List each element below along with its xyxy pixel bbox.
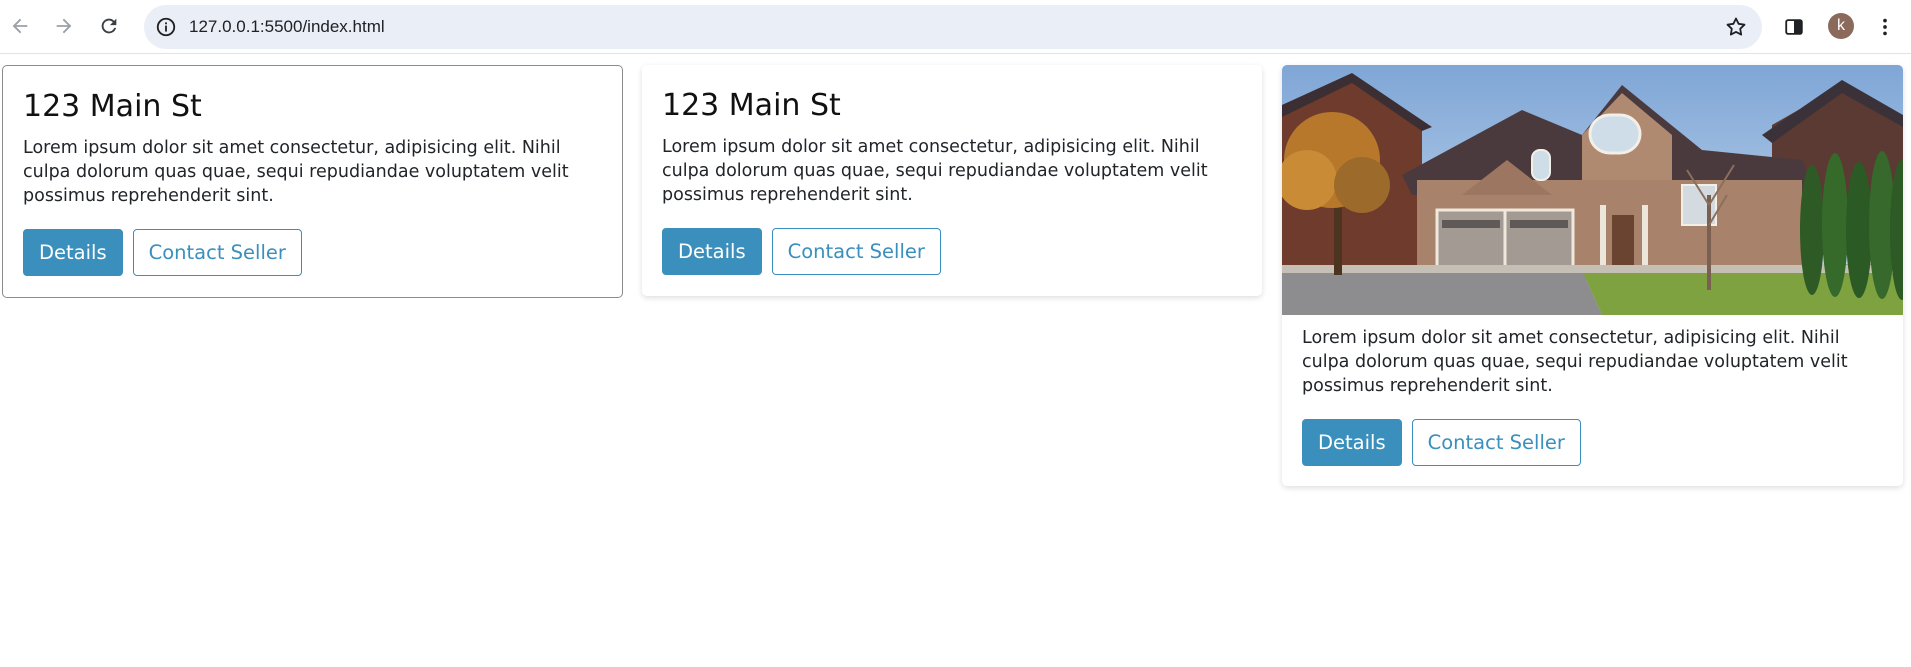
- listing-card: 123 Main St Lorem ipsum dolor sit amet c…: [642, 65, 1262, 296]
- back-button[interactable]: [3, 9, 37, 43]
- card-title: 123 Main St: [23, 89, 202, 124]
- details-button[interactable]: Details: [1302, 419, 1402, 466]
- listing-card: 123 Main St Lorem ipsum dolor sit amet c…: [2, 65, 623, 298]
- details-button[interactable]: Details: [23, 229, 123, 276]
- contact-seller-button[interactable]: Contact Seller: [132, 229, 302, 276]
- forward-button[interactable]: [47, 9, 81, 43]
- reload-button[interactable]: [92, 9, 126, 43]
- card-actions: Details Contact Seller: [662, 228, 1242, 275]
- card-actions: Details Contact Seller: [23, 229, 602, 276]
- side-panel-icon: [1785, 19, 1803, 35]
- card-description: Lorem ipsum dolor sit amet consectetur, …: [662, 137, 1208, 205]
- card-title: 123 Main St: [662, 88, 841, 123]
- address-bar[interactable]: 127.0.0.1:5500/index.html: [144, 5, 1762, 49]
- side-panel-button[interactable]: [1779, 12, 1809, 42]
- site-info-button[interactable]: [152, 13, 180, 41]
- house-photo: [1282, 65, 1903, 315]
- details-button[interactable]: Details: [662, 228, 762, 275]
- kebab-menu-icon: [1883, 18, 1887, 36]
- card-description: Lorem ipsum dolor sit amet consectetur, …: [1302, 328, 1848, 396]
- contact-seller-button[interactable]: Contact Seller: [1411, 419, 1581, 466]
- browser-menu-button[interactable]: [1870, 12, 1900, 42]
- card-actions: Details Contact Seller: [1302, 419, 1883, 466]
- card-description: Lorem ipsum dolor sit amet consectetur, …: [23, 138, 569, 206]
- arrow-right-icon: [56, 18, 72, 34]
- address-url[interactable]: 127.0.0.1:5500/index.html: [189, 5, 385, 49]
- arrow-left-icon: [12, 18, 28, 34]
- browser-toolbar: 127.0.0.1:5500/index.html k: [0, 0, 1911, 54]
- listing-card: Lorem ipsum dolor sit amet consectetur, …: [1282, 65, 1903, 486]
- avatar[interactable]: k: [1828, 13, 1854, 39]
- reload-icon: [101, 18, 117, 34]
- contact-seller-button[interactable]: Contact Seller: [771, 228, 941, 275]
- info-icon: [156, 17, 176, 37]
- star-icon[interactable]: [1724, 15, 1748, 39]
